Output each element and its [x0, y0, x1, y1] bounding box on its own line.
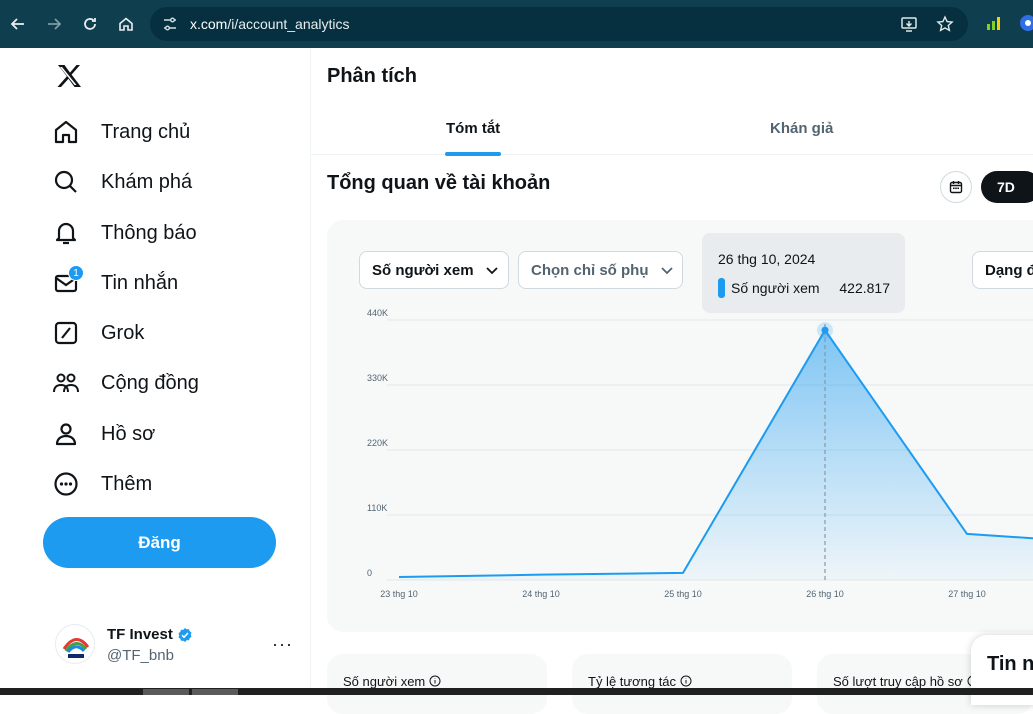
- tooltip-row: Số người xem 422.817: [718, 278, 898, 298]
- dropdown-value: Số người xem: [372, 261, 474, 279]
- stat-card-viewers[interactable]: Số người xem: [327, 654, 547, 714]
- y-tick-label: 110K: [367, 503, 387, 513]
- page-title: Phân tích: [327, 65, 418, 87]
- x-tick-label: 27 thg 10: [948, 589, 986, 599]
- chart-type-dropdown[interactable]: Dạng đ: [972, 251, 1033, 289]
- url-path: /i/account_analytics: [227, 16, 350, 32]
- stat-card-engagement-rate[interactable]: Tỷ lệ tương tác: [572, 654, 792, 714]
- sidebar-item-label: Thông báo: [101, 221, 197, 244]
- calendar-icon: [949, 181, 963, 194]
- forward-button[interactable]: [36, 0, 72, 48]
- taskbar-item[interactable]: [192, 689, 238, 695]
- grok-icon: [54, 321, 78, 345]
- y-tick-label: 220K: [367, 438, 388, 448]
- primary-metric-dropdown[interactable]: Số người xem: [359, 251, 509, 289]
- home-icon: [119, 17, 133, 31]
- back-button[interactable]: [0, 0, 36, 48]
- dropdown-value: Chọn chỉ số phụ: [531, 261, 649, 279]
- browser-toolbar: x.com/i/account_analytics: [0, 0, 1033, 48]
- x-tick-label: 24 thg 10: [522, 589, 560, 599]
- sidebar-item-notifications[interactable]: Thông báo: [52, 213, 197, 253]
- y-tick-label: 0: [367, 568, 372, 578]
- y-tick-label: 440K: [367, 308, 388, 318]
- account-switcher[interactable]: TF Invest @TF_bnb ···: [55, 622, 300, 670]
- series-swatch: [718, 278, 725, 298]
- x-tick-label: 26 thg 10: [806, 589, 844, 599]
- sidebar-item-explore[interactable]: Khám phá: [52, 162, 192, 202]
- sidebar-item-label: Trang chủ: [101, 120, 191, 143]
- sidebar-item-messages[interactable]: 1 Tin nhắn: [52, 263, 178, 303]
- dropdown-value: Dạng đ: [985, 261, 1033, 279]
- reload-button[interactable]: [72, 0, 108, 48]
- avatar: [55, 624, 95, 664]
- sidebar-item-home[interactable]: Trang chủ: [52, 112, 190, 152]
- x-tick-label: 23 thg 10: [380, 589, 418, 599]
- tab-label: Tóm tắt: [446, 120, 501, 137]
- post-button[interactable]: Đăng: [43, 517, 276, 568]
- info-icon[interactable]: [680, 675, 692, 687]
- extension-chart-icon[interactable]: [985, 14, 1003, 32]
- sidebar-item-label: Thêm: [101, 472, 153, 495]
- community-icon: [53, 373, 79, 393]
- arrow-right-icon: [48, 18, 62, 30]
- install-app-icon[interactable]: [900, 15, 918, 33]
- analytics-tabs: Tóm tắt Khán giả: [311, 106, 1033, 156]
- chevron-down-icon: [660, 267, 673, 275]
- section-title: Tổng quan về tài khoản: [327, 172, 551, 194]
- extension-profile-icon[interactable]: [1019, 14, 1033, 32]
- unread-badge: 1: [68, 265, 84, 281]
- series-area: [399, 330, 1033, 580]
- sidebar-item-communities[interactable]: Cộng đồng: [52, 363, 199, 403]
- account-name-text: TF Invest: [107, 626, 173, 643]
- sidebar-item-grok[interactable]: Grok: [52, 313, 144, 353]
- chart-tooltip: 26 thg 10, 2024 Số người xem 422.817: [702, 233, 905, 313]
- sidebar-item-more[interactable]: Thêm: [52, 464, 152, 504]
- messages-drawer-title: Tin n: [987, 653, 1033, 675]
- url-host: x.com: [190, 16, 228, 32]
- home-button[interactable]: [108, 0, 144, 48]
- verified-badge-icon: [178, 627, 192, 642]
- sidebar-item-label: Cộng đồng: [101, 371, 199, 394]
- site-settings-icon[interactable]: [162, 16, 178, 32]
- account-more-icon[interactable]: ···: [272, 634, 293, 655]
- tf-invest-logo: [62, 638, 90, 658]
- range-7d-button[interactable]: 7D: [981, 171, 1033, 203]
- tooltip-value: 422.817: [839, 280, 890, 296]
- chart-card: 0 110K 220K 330K 440K 23 thg 10 24 thg 10 25 t…: [327, 220, 1033, 632]
- account-name: TF Invest: [107, 626, 193, 643]
- tooltip-series: Số người xem: [731, 280, 820, 296]
- active-tab-indicator: [445, 152, 501, 156]
- x-logo-icon[interactable]: [55, 62, 83, 90]
- bookmark-star-icon[interactable]: [936, 15, 954, 33]
- sidebar-item-label: Tin nhắn: [101, 271, 179, 294]
- calendar-button[interactable]: [940, 171, 972, 203]
- account-handle: @TF_bnb: [107, 647, 174, 664]
- search-icon: [54, 170, 77, 193]
- sidebar-item-label: Hồ sơ: [101, 422, 156, 445]
- more-circle-icon: [54, 472, 78, 496]
- tab-label: Khán giả: [770, 120, 834, 137]
- info-icon[interactable]: [429, 675, 441, 687]
- url-text: x.com/i/account_analytics: [190, 16, 350, 32]
- highlight-point[interactable]: [821, 326, 829, 334]
- y-tick-label: 330K: [367, 373, 388, 383]
- sidebar-item-label: Grok: [101, 321, 145, 344]
- x-tick-label: 25 thg 10: [664, 589, 702, 599]
- tooltip-date: 26 thg 10, 2024: [718, 251, 816, 267]
- arrow-left-icon: [10, 18, 24, 30]
- tab-summary[interactable]: Tóm tắt: [445, 120, 501, 156]
- address-bar[interactable]: x.com/i/account_analytics: [150, 7, 968, 41]
- chevron-down-icon: [485, 267, 498, 275]
- tab-audience[interactable]: Khán giả: [770, 120, 833, 137]
- analytics-main: Phân tích Tóm tắt Khán giả Tổng quan về …: [311, 48, 1033, 714]
- taskbar-item[interactable]: [143, 689, 189, 695]
- secondary-metric-dropdown[interactable]: Chọn chỉ số phụ: [518, 251, 683, 289]
- reload-icon: [84, 18, 96, 30]
- bell-icon: [55, 222, 77, 245]
- profile-icon: [55, 423, 77, 446]
- sidebar-item-label: Khám phá: [101, 170, 193, 193]
- home-icon: [54, 120, 78, 144]
- sidebar-item-profile[interactable]: Hồ sơ: [52, 414, 155, 454]
